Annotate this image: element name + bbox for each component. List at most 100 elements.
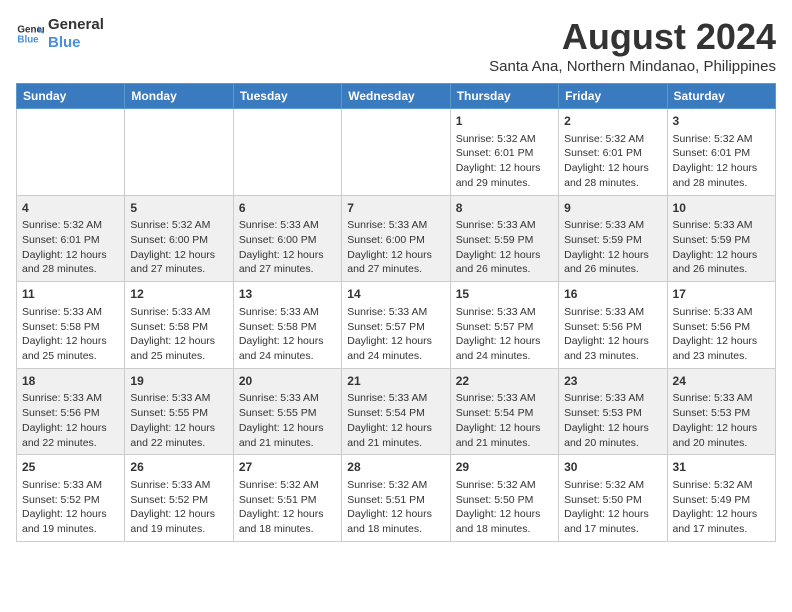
logo: General Blue General Blue bbox=[16, 16, 104, 52]
calendar-week-row: 11 Sunrise: 5:33 AM Sunset: 5:58 PM Dayli… bbox=[17, 282, 776, 369]
day-number: 20 bbox=[239, 373, 336, 390]
day-of-week-header: Wednesday bbox=[342, 84, 450, 109]
day-info: Sunrise: 5:33 AM Sunset: 5:58 PM Dayligh… bbox=[239, 305, 336, 364]
calendar-day-cell: 19Sunrise: 5:33 AM Sunset: 5:55 PM Dayli… bbox=[125, 368, 233, 455]
day-number: 25 bbox=[22, 459, 119, 476]
day-info: Sunrise: 5:33 AM Sunset: 5:59 PM Dayligh… bbox=[564, 218, 661, 277]
day-number: 19 bbox=[130, 373, 227, 390]
day-info: Sunrise: 5:33 AM Sunset: 5:52 PM Dayligh… bbox=[130, 478, 227, 537]
calendar-day-cell: 23Sunrise: 5:33 AM Sunset: 5:53 PM Dayli… bbox=[559, 368, 667, 455]
day-number: 13 bbox=[239, 286, 336, 303]
day-info: Sunrise: 5:32 AM Sunset: 6:01 PM Dayligh… bbox=[564, 132, 661, 191]
day-number: 12 bbox=[130, 286, 227, 303]
day-of-week-header: Saturday bbox=[667, 84, 775, 109]
day-number: 5 bbox=[130, 200, 227, 217]
day-number: 16 bbox=[564, 286, 661, 303]
day-number: 17 bbox=[673, 286, 770, 303]
calendar-day-cell: 28Sunrise: 5:32 AM Sunset: 5:51 PM Dayli… bbox=[342, 455, 450, 542]
calendar-week-row: 25 Sunrise: 5:33 AM Sunset: 5:52 PM Dayli… bbox=[17, 455, 776, 542]
calendar-week-row: 1 Sunrise: 5:32 AM Sunset: 6:01 PM Daylig… bbox=[17, 109, 776, 196]
calendar-week-row: 4Sunrise: 5:32 AM Sunset: 6:01 PM Daylig… bbox=[17, 195, 776, 282]
day-info: Sunrise: 5:32 AM Sunset: 6:00 PM Dayligh… bbox=[130, 218, 227, 277]
day-number: 29 bbox=[456, 459, 553, 476]
calendar-header-row: SundayMondayTuesdayWednesdayThursdayFrid… bbox=[17, 84, 776, 109]
day-info: Sunrise: 5:32 AM Sunset: 5:49 PM Dayligh… bbox=[673, 478, 770, 537]
day-info: Sunrise: 5:32 AM Sunset: 6:01 PM Dayligh… bbox=[22, 218, 119, 277]
calendar-day-cell: 16Sunrise: 5:33 AM Sunset: 5:56 PM Dayli… bbox=[559, 282, 667, 369]
calendar-day-cell bbox=[125, 109, 233, 196]
day-info: Sunrise: 5:33 AM Sunset: 5:56 PM Dayligh… bbox=[673, 305, 770, 364]
day-info: Sunrise: 5:33 AM Sunset: 5:56 PM Dayligh… bbox=[22, 391, 119, 450]
calendar-day-cell: 29 Sunrise: 5:32 AM Sunset: 5:50 PM Dayli… bbox=[450, 455, 558, 542]
day-number: 9 bbox=[564, 200, 661, 217]
calendar-day-cell: 13 Sunrise: 5:33 AM Sunset: 5:58 PM Dayli… bbox=[233, 282, 341, 369]
day-number: 3 bbox=[673, 113, 770, 130]
day-number: 4 bbox=[22, 200, 119, 217]
day-number: 21 bbox=[347, 373, 444, 390]
day-of-week-header: Thursday bbox=[450, 84, 558, 109]
day-info: Sunrise: 5:33 AM Sunset: 5:58 PM Dayligh… bbox=[130, 305, 227, 364]
calendar-day-cell: 8Sunrise: 5:33 AM Sunset: 5:59 PM Daylig… bbox=[450, 195, 558, 282]
calendar-day-cell: 22Sunrise: 5:33 AM Sunset: 5:54 PM Dayli… bbox=[450, 368, 558, 455]
day-info: Sunrise: 5:33 AM Sunset: 6:00 PM Dayligh… bbox=[347, 218, 444, 277]
calendar-day-cell bbox=[17, 109, 125, 196]
day-number: 8 bbox=[456, 200, 553, 217]
day-info: Sunrise: 5:33 AM Sunset: 5:57 PM Dayligh… bbox=[347, 305, 444, 364]
day-number: 27 bbox=[239, 459, 336, 476]
day-number: 31 bbox=[673, 459, 770, 476]
calendar-day-cell: 31 Sunrise: 5:32 AM Sunset: 5:49 PM Dayli… bbox=[667, 455, 775, 542]
calendar-day-cell: 5Sunrise: 5:32 AM Sunset: 6:00 PM Daylig… bbox=[125, 195, 233, 282]
day-number: 22 bbox=[456, 373, 553, 390]
day-info: Sunrise: 5:33 AM Sunset: 5:59 PM Dayligh… bbox=[456, 218, 553, 277]
calendar-day-cell: 26Sunrise: 5:33 AM Sunset: 5:52 PM Dayli… bbox=[125, 455, 233, 542]
calendar-day-cell: 14 Sunrise: 5:33 AM Sunset: 5:57 PM Dayli… bbox=[342, 282, 450, 369]
day-number: 1 bbox=[456, 113, 553, 130]
day-info: Sunrise: 5:32 AM Sunset: 5:50 PM Dayligh… bbox=[564, 478, 661, 537]
day-info: Sunrise: 5:32 AM Sunset: 5:50 PM Dayligh… bbox=[456, 478, 553, 537]
day-of-week-header: Friday bbox=[559, 84, 667, 109]
day-info: Sunrise: 5:33 AM Sunset: 6:00 PM Dayligh… bbox=[239, 218, 336, 277]
page-header: General Blue General Blue August 2024 Sa… bbox=[16, 16, 776, 75]
day-number: 28 bbox=[347, 459, 444, 476]
day-info: Sunrise: 5:32 AM Sunset: 6:01 PM Dayligh… bbox=[456, 132, 553, 191]
day-of-week-header: Tuesday bbox=[233, 84, 341, 109]
logo-icon: General Blue bbox=[16, 20, 44, 48]
day-number: 23 bbox=[564, 373, 661, 390]
day-info: Sunrise: 5:33 AM Sunset: 5:55 PM Dayligh… bbox=[130, 391, 227, 450]
day-of-week-header: Monday bbox=[125, 84, 233, 109]
calendar-day-cell: 21Sunrise: 5:33 AM Sunset: 5:54 PM Dayli… bbox=[342, 368, 450, 455]
day-info: Sunrise: 5:33 AM Sunset: 5:58 PM Dayligh… bbox=[22, 305, 119, 364]
day-info: Sunrise: 5:32 AM Sunset: 6:01 PM Dayligh… bbox=[673, 132, 770, 191]
calendar-day-cell: 2Sunrise: 5:32 AM Sunset: 6:01 PM Daylig… bbox=[559, 109, 667, 196]
day-info: Sunrise: 5:33 AM Sunset: 5:53 PM Dayligh… bbox=[564, 391, 661, 450]
calendar-day-cell: 1 Sunrise: 5:32 AM Sunset: 6:01 PM Daylig… bbox=[450, 109, 558, 196]
calendar-day-cell: 9Sunrise: 5:33 AM Sunset: 5:59 PM Daylig… bbox=[559, 195, 667, 282]
calendar-week-row: 18Sunrise: 5:33 AM Sunset: 5:56 PM Dayli… bbox=[17, 368, 776, 455]
calendar-day-cell: 3 Sunrise: 5:32 AM Sunset: 6:01 PM Daylig… bbox=[667, 109, 775, 196]
calendar-day-cell: 20Sunrise: 5:33 AM Sunset: 5:55 PM Dayli… bbox=[233, 368, 341, 455]
title-block: August 2024 Santa Ana, Northern Mindanao… bbox=[489, 16, 776, 75]
day-info: Sunrise: 5:33 AM Sunset: 5:52 PM Dayligh… bbox=[22, 478, 119, 537]
day-number: 11 bbox=[22, 286, 119, 303]
logo-line2: Blue bbox=[48, 34, 104, 52]
calendar-day-cell: 7Sunrise: 5:33 AM Sunset: 6:00 PM Daylig… bbox=[342, 195, 450, 282]
month-title: August 2024 bbox=[489, 16, 776, 58]
calendar-day-cell: 12 Sunrise: 5:33 AM Sunset: 5:58 PM Dayli… bbox=[125, 282, 233, 369]
calendar-day-cell: 24Sunrise: 5:33 AM Sunset: 5:53 PM Dayli… bbox=[667, 368, 775, 455]
day-info: Sunrise: 5:33 AM Sunset: 5:59 PM Dayligh… bbox=[673, 218, 770, 277]
day-info: Sunrise: 5:32 AM Sunset: 5:51 PM Dayligh… bbox=[239, 478, 336, 537]
calendar-day-cell: 18Sunrise: 5:33 AM Sunset: 5:56 PM Dayli… bbox=[17, 368, 125, 455]
day-number: 24 bbox=[673, 373, 770, 390]
logo-line1: General bbox=[48, 16, 104, 34]
day-info: Sunrise: 5:33 AM Sunset: 5:54 PM Dayligh… bbox=[347, 391, 444, 450]
calendar-day-cell bbox=[233, 109, 341, 196]
calendar-day-cell: 6Sunrise: 5:33 AM Sunset: 6:00 PM Daylig… bbox=[233, 195, 341, 282]
day-number: 14 bbox=[347, 286, 444, 303]
calendar-day-cell: 25 Sunrise: 5:33 AM Sunset: 5:52 PM Dayli… bbox=[17, 455, 125, 542]
day-info: Sunrise: 5:33 AM Sunset: 5:55 PM Dayligh… bbox=[239, 391, 336, 450]
calendar-table: SundayMondayTuesdayWednesdayThursdayFrid… bbox=[16, 83, 776, 542]
day-number: 7 bbox=[347, 200, 444, 217]
day-of-week-header: Sunday bbox=[17, 84, 125, 109]
day-info: Sunrise: 5:33 AM Sunset: 5:57 PM Dayligh… bbox=[456, 305, 553, 364]
day-info: Sunrise: 5:33 AM Sunset: 5:53 PM Dayligh… bbox=[673, 391, 770, 450]
